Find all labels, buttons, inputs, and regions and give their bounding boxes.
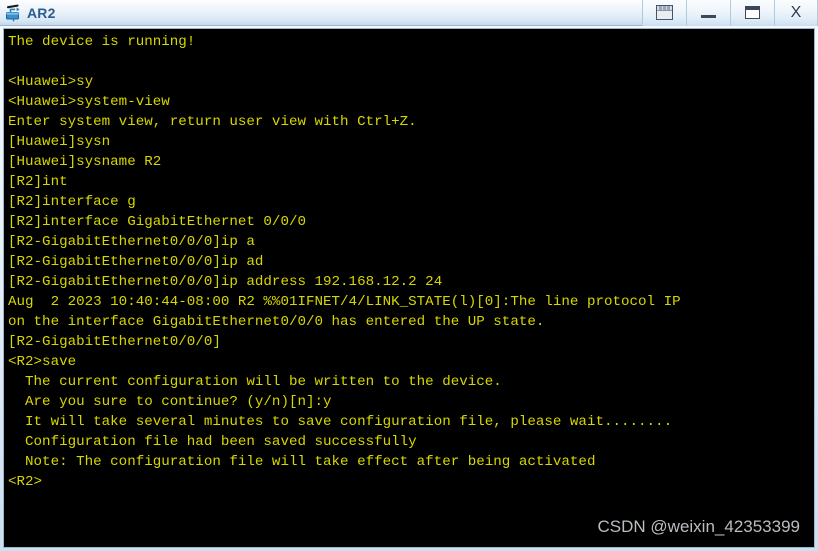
- ar2-console-window: AR2 X The device is running! <Huawei>sy …: [0, 0, 818, 551]
- terminal-output-area[interactable]: The device is running! <Huawei>sy <Huawe…: [4, 29, 814, 547]
- window-titlebar[interactable]: AR2 X: [0, 0, 818, 26]
- minimize-icon: [701, 14, 716, 18]
- cascade-windows-icon: [656, 5, 673, 20]
- terminal-frame: The device is running! <Huawei>sy <Huawe…: [3, 28, 815, 548]
- close-icon: X: [790, 3, 802, 21]
- terminal-text: The device is running! <Huawei>sy <Huawe…: [8, 34, 681, 490]
- router-icon: [4, 3, 24, 23]
- maximize-button[interactable]: [730, 0, 774, 26]
- maximize-icon: [745, 6, 760, 19]
- window-controls: X: [642, 0, 818, 26]
- window-title: AR2: [27, 4, 56, 21]
- watermark-label: CSDN @weixin_42353399: [597, 517, 800, 536]
- cascade-windows-button[interactable]: [642, 0, 686, 26]
- close-button[interactable]: X: [774, 0, 818, 26]
- minimize-button[interactable]: [686, 0, 730, 26]
